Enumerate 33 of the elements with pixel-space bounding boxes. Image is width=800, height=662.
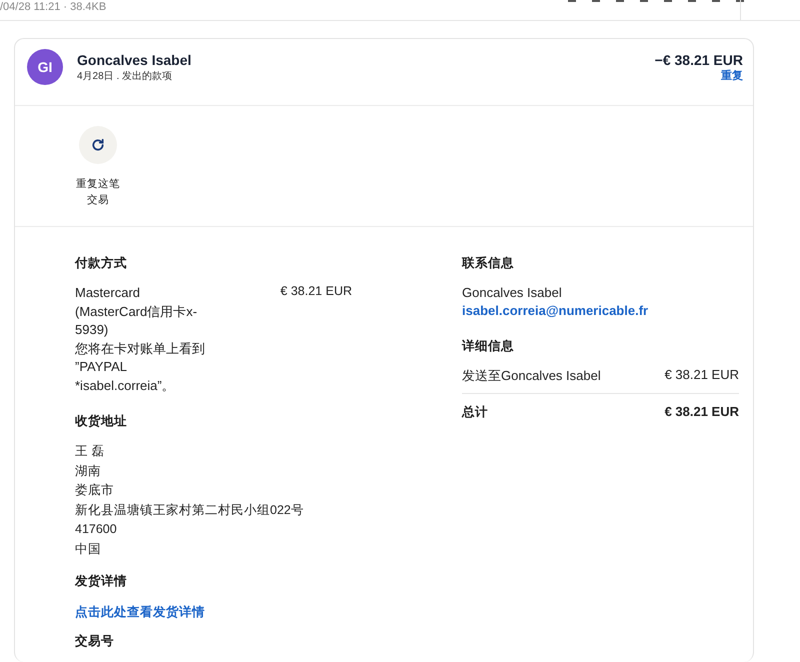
file-info: /04/28 11:21 · 38.4KB <box>0 1 106 13</box>
avatar: GI <box>27 49 63 85</box>
payment-text: *isabel.correia”。 <box>75 376 176 394</box>
address-line: 417600 <box>75 521 118 538</box>
payment-text: Mastercard <box>75 284 142 302</box>
address-line: 王 磊 <box>75 443 106 460</box>
repeat-transaction-button[interactable]: 重复这笔交易 <box>73 126 123 208</box>
email-link[interactable]: isabel.correia@numericable.fr <box>462 302 739 318</box>
address-line: 湖南 <box>75 462 102 480</box>
section-heading: 详细信息 <box>462 338 515 354</box>
section-heading: 联系信息 <box>462 255 515 272</box>
contact-name: Goncalves Isabel <box>462 284 563 302</box>
payment-text: ”PAYPAL <box>75 358 128 376</box>
section-heading: 发货详情 <box>75 573 128 590</box>
detail-amount: € 38.21 EUR <box>664 366 739 384</box>
transaction-subtitle: 4月28日 . 发出的款项 <box>77 70 174 82</box>
total-amount: € 38.21 EUR <box>664 404 739 420</box>
section-heading: 付款方式 <box>75 255 128 272</box>
shipping-details-link[interactable]: 点击此处查看发货详情 <box>75 604 462 621</box>
payment-text: (MasterCard信用卡x- <box>75 302 198 321</box>
section-heading: 收货地址 <box>75 413 128 430</box>
contact-name: Goncalves Isabel <box>77 52 192 68</box>
total-label: 总计 <box>462 404 488 420</box>
address-line: 娄底市 <box>75 482 115 499</box>
payment-text: 5939) <box>75 321 110 339</box>
repeat-link[interactable]: 重复 <box>721 68 743 82</box>
payment-amount: € 38.21 EUR <box>280 284 352 300</box>
transaction-amount: −€ 38.21 EUR <box>654 52 743 68</box>
address-line: 新化县温塘镇王家村第二村民小组022号 <box>75 502 305 518</box>
payment-text: 您将在卡对账单上看到 <box>75 340 206 358</box>
address-line: 中国 <box>75 540 102 558</box>
detail-label: 发送至Goncalves Isabel <box>462 366 601 384</box>
section-heading: 交易号 <box>75 633 115 650</box>
